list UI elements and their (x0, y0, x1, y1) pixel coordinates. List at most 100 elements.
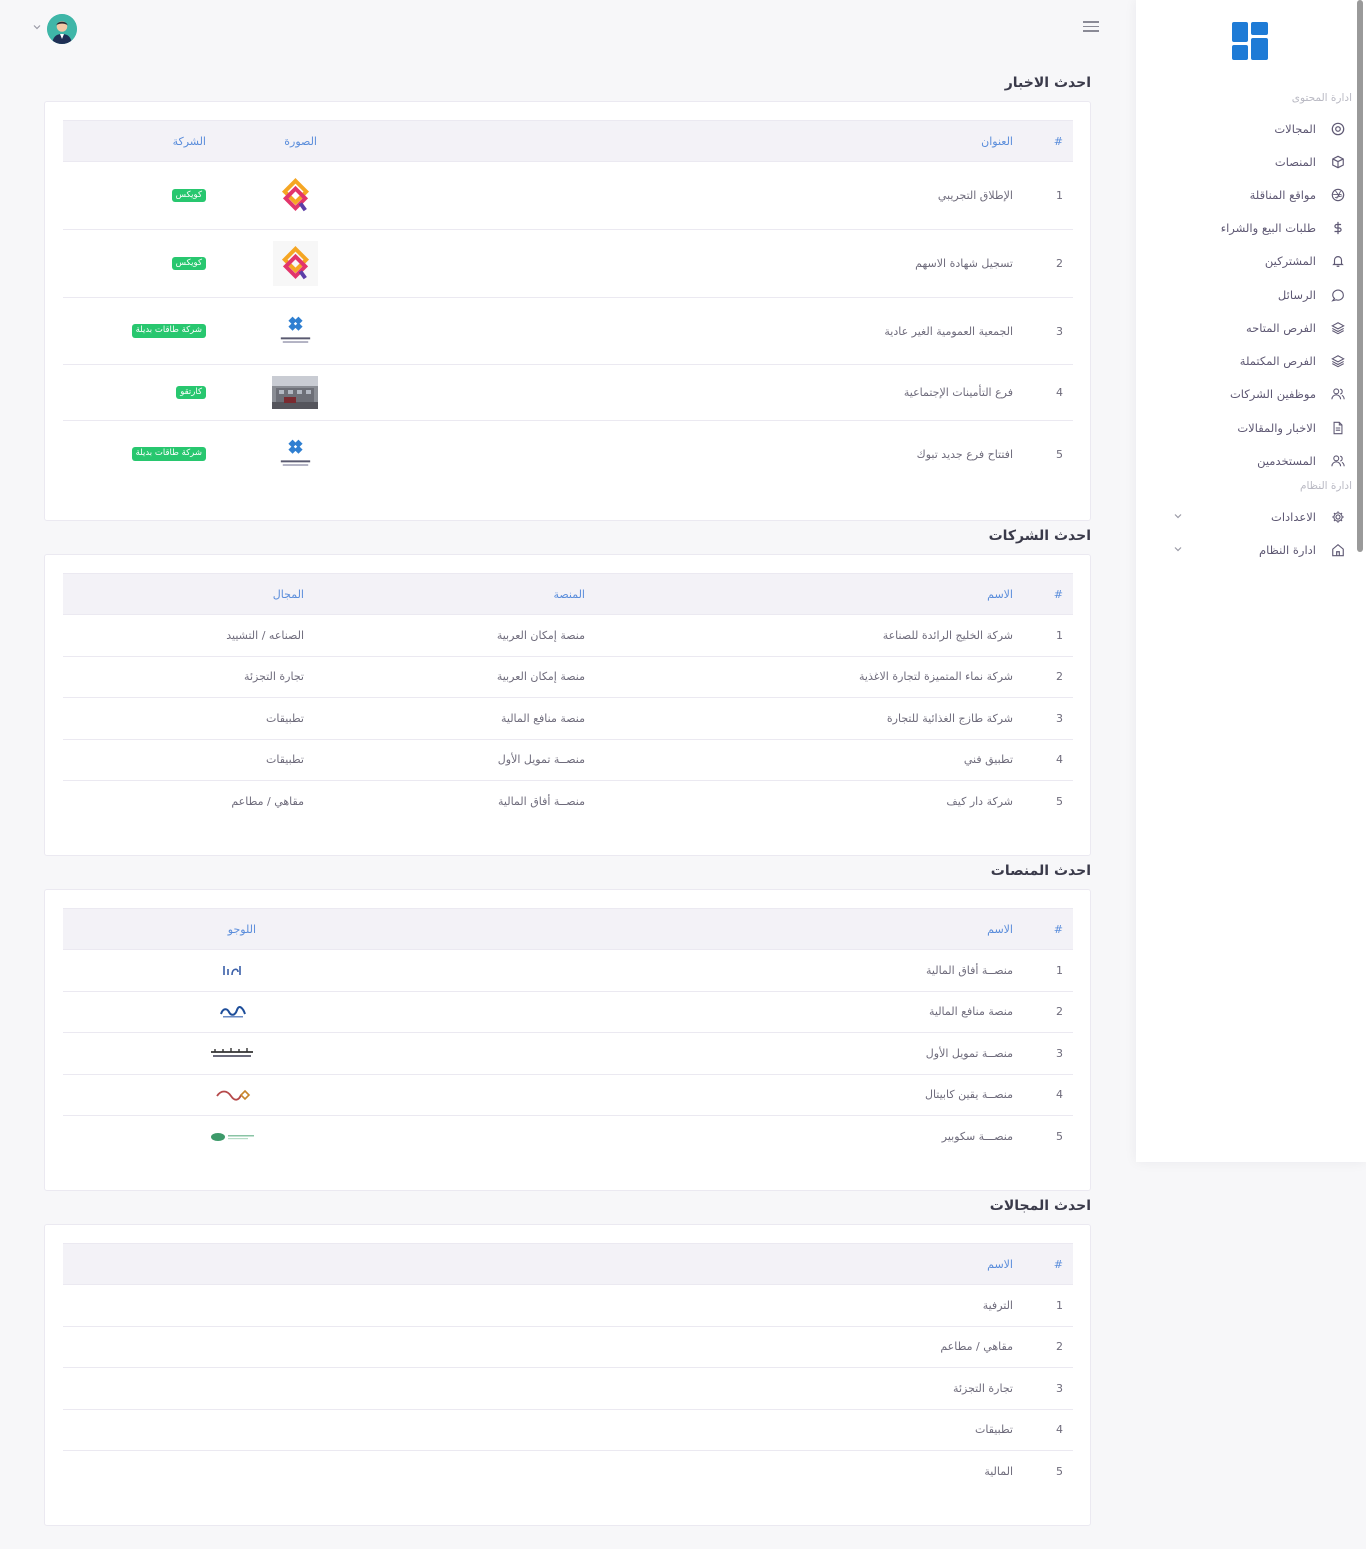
column-header-logo[interactable]: اللوجو (228, 909, 256, 949)
field-name[interactable]: الترفية (983, 1285, 1013, 1326)
table-row[interactable]: 4 منصــة يقين كابيتال (63, 1075, 1073, 1116)
sidebar-scrollbar[interactable] (1357, 0, 1363, 552)
afaq-logo-icon (223, 966, 241, 976)
sidebar-item-news-articles[interactable]: الاخبار والمقالات (1150, 415, 1346, 441)
table-row[interactable]: 5 شركة دار كيف منصــة أفاق المالية مقاهي… (63, 781, 1073, 823)
column-header-title[interactable]: العنوان (981, 121, 1013, 161)
column-header-hash[interactable]: # (1054, 1244, 1063, 1284)
sidebar-item-users[interactable]: المستخدمين (1150, 448, 1346, 474)
table-row[interactable]: 3 شركة طازج الغذائية للتجارة منصة منافع … (63, 698, 1073, 740)
sidebar-item-platforms[interactable]: المنصات (1150, 149, 1346, 175)
news-title[interactable]: افتتاح فرع جديد تبوك (917, 421, 1013, 487)
table-row[interactable]: 1 منصــة أفاق المالية (63, 950, 1073, 992)
company-field: تجارة التجزئة (244, 670, 304, 684)
company-badge-cell: كارتقو (176, 365, 206, 420)
column-header-platform[interactable]: المنصة (553, 574, 585, 614)
sidebar-item-label: الاعدادات (1271, 510, 1316, 524)
table-row[interactable]: 4 تطبيقات (63, 1410, 1073, 1451)
company-badge[interactable]: كويكس (171, 256, 206, 271)
sidebar-item-settings[interactable]: الاعدادات (1150, 504, 1346, 530)
sidebar-item-label: المنصات (1274, 155, 1316, 169)
table-row[interactable]: 5 افتتاح فرع جديد تبوك شركة طاقات بديلة (63, 421, 1073, 487)
column-header-name[interactable]: الاسم (987, 909, 1013, 949)
aperture-icon (1330, 187, 1346, 203)
table-row[interactable]: 1 الترفية (63, 1285, 1073, 1327)
row-number: 2 (1056, 257, 1063, 270)
column-header-field[interactable]: المجال (273, 574, 304, 614)
sidebar-item-available-opportunities[interactable]: الفرص المتاحه (1150, 315, 1346, 341)
sidebar-item-orders[interactable]: طلبات البيع والشراء (1150, 215, 1346, 241)
table-row[interactable]: 2 تسجيل شهادة الاسهم كويكس (63, 230, 1073, 298)
table-row[interactable]: 2 مقاهي / مطاعم (63, 1327, 1073, 1368)
sidebar-item-subscribers[interactable]: المشتركين (1150, 248, 1346, 274)
column-header-hash[interactable]: # (1054, 574, 1063, 614)
table-row[interactable]: 1 شركة الخليج الرائدة للصناعة منصة إمكان… (63, 615, 1073, 657)
table-row[interactable]: 2 منصة منافع المالية (63, 992, 1073, 1033)
company-name[interactable]: شركة طازج الغذائية للتجارة (887, 698, 1013, 739)
sidebar-item-system-management[interactable]: ادارة النظام (1150, 537, 1346, 563)
sidebar-item-completed-opportunities[interactable]: الفرص المكتملة (1150, 348, 1346, 374)
field-name[interactable]: المالية (984, 1451, 1013, 1493)
sidebar-item-messages[interactable]: الرسائل (1150, 282, 1346, 308)
manafa-logo-icon (220, 1005, 246, 1018)
qwikx-logo-icon (273, 173, 318, 218)
company-badge-cell: شركة طاقات بديلة (131, 298, 206, 364)
company-badge[interactable]: كويكس (171, 188, 206, 203)
table-row[interactable]: 4 فرع التأمينات الإجتماعية كارتقو (63, 365, 1073, 421)
platform-name[interactable]: منصة منافع المالية (929, 992, 1013, 1033)
platform-name[interactable]: منصــة يقين كابيتال (925, 1075, 1013, 1116)
gear-icon (1330, 509, 1346, 525)
company-name[interactable]: تطبيق فني (964, 740, 1013, 781)
news-title[interactable]: الإطلاق التجريبي (938, 162, 1013, 229)
sidebar-item-label: المشتركين (1264, 254, 1316, 268)
qwikx-logo-icon (273, 241, 318, 286)
platform-name[interactable]: منصــة تمويل الأول (926, 1033, 1013, 1074)
table-row[interactable]: 2 شركة نماء المتميزة لتجارة الاغذية منصة… (63, 657, 1073, 698)
company-name[interactable]: شركة نماء المتميزة لتجارة الاغذية (859, 657, 1013, 698)
column-header-company[interactable]: الشركة (173, 121, 206, 161)
platform-name[interactable]: منصــة أفاق المالية (926, 950, 1013, 991)
table-row[interactable]: 5 منصـــة سكوبير (63, 1116, 1073, 1158)
news-title[interactable]: الجمعية العمومية الغير عادية (884, 298, 1013, 364)
home-icon (1330, 542, 1346, 558)
sidebar-item-label: المستخدمين (1257, 454, 1316, 468)
field-name[interactable]: تجارة التجزئة (953, 1368, 1013, 1409)
table-row[interactable]: 3 تجارة التجزئة (63, 1368, 1073, 1410)
table-row[interactable]: 3 منصــة تمويل الأول (63, 1033, 1073, 1075)
company-badge[interactable]: كارتقو (176, 385, 206, 400)
chevron-down-icon[interactable] (32, 22, 42, 32)
column-header-hash[interactable]: # (1054, 909, 1063, 949)
row-number: 1 (1056, 628, 1063, 642)
sidebar-item-fields[interactable]: المجالات (1150, 116, 1346, 142)
sidebar-item-company-employees[interactable]: موظفين الشركات (1150, 381, 1346, 407)
field-name[interactable]: تطبيقات (975, 1410, 1013, 1451)
company-badge[interactable]: شركة طاقات بديلة (131, 324, 206, 338)
app-logo-icon[interactable] (1232, 22, 1268, 60)
table-row[interactable]: 3 الجمعية العمومية الغير عادية شركة طاقا… (63, 298, 1073, 365)
company-name[interactable]: شركة الخليج الرائدة للصناعة (883, 615, 1013, 656)
avatar[interactable] (47, 14, 77, 44)
table-row[interactable]: 5 المالية (63, 1451, 1073, 1493)
field-name[interactable]: مقاهي / مطاعم (940, 1327, 1013, 1368)
row-number: 4 (1056, 1423, 1063, 1437)
platform-logo (209, 1033, 255, 1074)
table-row[interactable]: 1 الإطلاق التجريبي كويكس (63, 162, 1073, 230)
tamweel-logo-icon (211, 1048, 253, 1058)
sidebar-item-label: الرسائل (1277, 288, 1316, 302)
column-header-image[interactable]: الصورة (284, 121, 317, 161)
sidebar-item-transfer-sites[interactable]: مواقع المناقلة (1150, 182, 1346, 208)
news-section-title: احدث الاخبار (1004, 75, 1091, 91)
column-header-hash[interactable]: # (1054, 121, 1063, 161)
table-row[interactable]: 4 تطبيق فني منصــة تمويل الأول تطبيقات (63, 740, 1073, 781)
company-name[interactable]: شركة دار كيف (946, 781, 1013, 823)
sidebar-item-label: موظفين الشركات (1229, 387, 1316, 401)
company-badge[interactable]: شركة طاقات بديلة (131, 447, 206, 461)
news-title[interactable]: تسجيل شهادة الاسهم (915, 230, 1013, 297)
menu-toggle-icon[interactable] (1083, 21, 1099, 35)
platform-name[interactable]: منصـــة سكوبير (942, 1116, 1013, 1158)
column-header-name[interactable]: الاسم (987, 1244, 1013, 1284)
news-image (273, 230, 318, 297)
news-title[interactable]: فرع التأمينات الإجتماعية (904, 365, 1013, 420)
column-header-name[interactable]: الاسم (987, 574, 1013, 614)
company-field: الصناعه / التشييد (226, 628, 304, 642)
